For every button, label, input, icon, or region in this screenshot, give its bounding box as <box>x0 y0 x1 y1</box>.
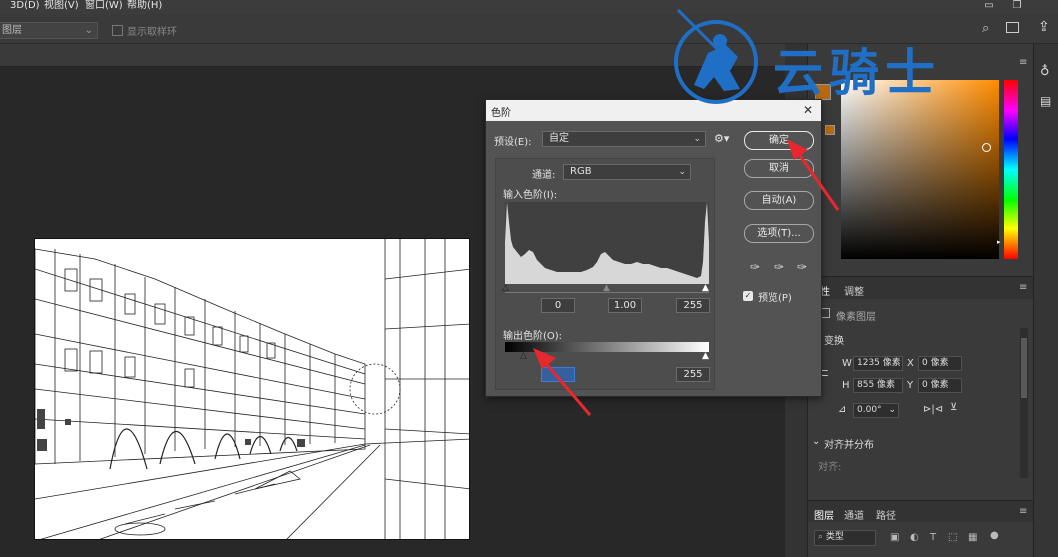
arrow-to-ok <box>787 139 840 211</box>
annotation-arrows <box>533 139 840 416</box>
arrow-to-output-slider <box>533 348 592 416</box>
